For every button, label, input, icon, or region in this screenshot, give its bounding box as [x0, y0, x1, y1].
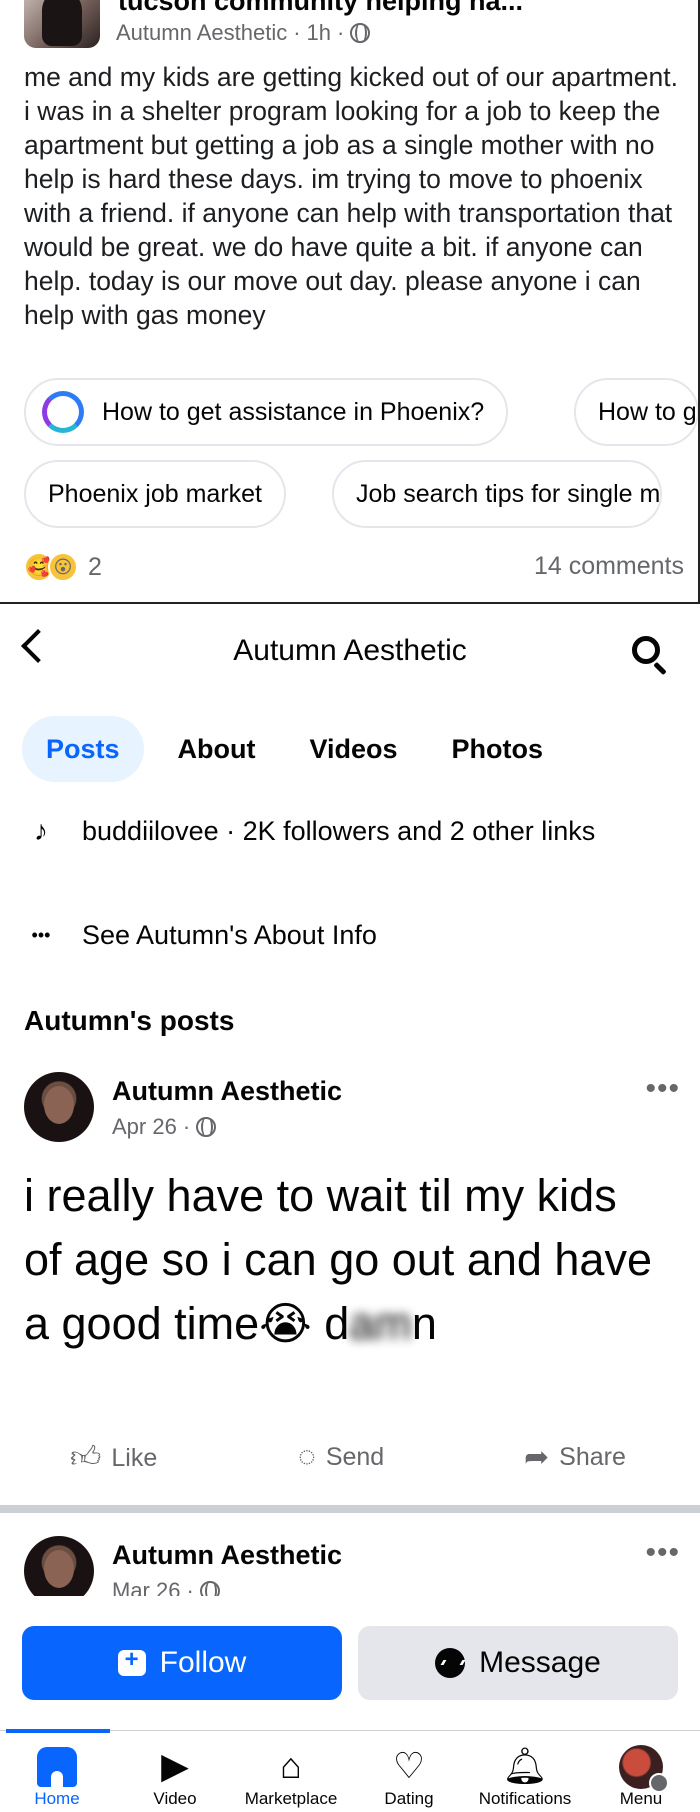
avatar[interactable] — [24, 1536, 94, 1596]
bell-icon: 🔔︎ — [502, 1745, 548, 1786]
message-button[interactable]: Message — [358, 1626, 678, 1700]
share-button[interactable]: ➦ Share — [524, 1440, 626, 1475]
messenger-icon: ◌ — [298, 1440, 316, 1473]
suggestion-label: Phoenix job market — [48, 479, 263, 508]
about-text: See Autumn's About Info — [82, 920, 377, 950]
active-tab-indicator — [6, 1729, 110, 1733]
posts-heading: Autumn's posts — [24, 1005, 235, 1036]
tiktok-icon: ♪ — [34, 815, 48, 846]
group-name[interactable]: tucson community helping ha... — [118, 0, 523, 17]
feed-divider — [0, 1505, 700, 1513]
group-post-screenshot: tucson community helping ha... Autumn Ae… — [0, 0, 700, 604]
suggestion-chip[interactable]: How to get assistance in Phoenix? — [24, 378, 509, 446]
separator: · — [182, 1114, 191, 1139]
separator: · — [293, 20, 301, 45]
more-dots-icon: ••• — [31, 925, 51, 945]
profile-tabs: Posts About Videos Photos — [22, 716, 577, 782]
nav-notifications[interactable]: 🔔︎ Notifications — [460, 1743, 590, 1809]
post-author[interactable]: Autumn Aesthetic — [112, 1076, 342, 1107]
suggestion-chip[interactable]: Job search tips for single m — [332, 460, 663, 528]
links-text: buddiilovee · 2K followers and 2 other l… — [82, 816, 596, 846]
post-header: Autumn Aesthetic Mar 26 · ••• — [24, 1536, 684, 1596]
suggestion-chip[interactable]: How to g — [574, 378, 698, 446]
reaction-count: 2 — [88, 552, 102, 581]
censored-word: damn — [324, 1298, 437, 1349]
post-author[interactable]: Autumn Aesthetic — [112, 1540, 342, 1571]
group-post-header: tucson community helping ha... Autumn Ae… — [24, 0, 688, 56]
author-avatar[interactable] — [24, 0, 100, 48]
suggestion-label: Job search tips for single m — [356, 479, 661, 508]
follow-icon — [117, 1646, 146, 1676]
like-label: Like — [111, 1443, 158, 1472]
post-date-row: Apr 26 · — [112, 1114, 217, 1140]
separator: · — [337, 20, 345, 45]
nav-label: Dating — [384, 1789, 434, 1808]
like-button[interactable]: 👍︎ Like — [70, 1440, 157, 1476]
search-icon[interactable] — [632, 636, 660, 664]
bottom-nav: Home ▶ Video ⌂ Marketplace ♡ Dating 🔔︎ N… — [0, 1729, 700, 1812]
post-options-icon[interactable]: ••• — [645, 1072, 680, 1106]
separator: · — [186, 1578, 194, 1596]
video-icon: ▶ — [161, 1745, 189, 1786]
globe-icon — [350, 23, 371, 43]
nav-label: Home — [34, 1789, 80, 1808]
globe-icon — [199, 1581, 220, 1596]
messenger-icon — [435, 1648, 466, 1678]
share-icon: ➦ — [524, 1441, 550, 1474]
menu-icon — [649, 1773, 669, 1793]
nav-video[interactable]: ▶ Video — [110, 1743, 240, 1809]
comments-count[interactable]: 14 comments — [534, 552, 684, 581]
message-label: Message — [479, 1646, 601, 1679]
nav-menu[interactable]: Menu — [576, 1743, 700, 1809]
post-header: Autumn Aesthetic Apr 26 · ••• — [24, 1072, 684, 1152]
send-label: Send — [325, 1442, 385, 1471]
tab-videos[interactable]: Videos — [290, 716, 418, 782]
post-date[interactable]: Apr 26 — [112, 1114, 177, 1140]
marketplace-icon: ⌂ — [280, 1745, 302, 1786]
tab-about[interactable]: About — [158, 716, 276, 782]
post-time: 1h — [306, 20, 332, 45]
nav-label: Marketplace — [244, 1789, 338, 1808]
suggestion-label: How to g — [598, 397, 697, 426]
share-label: Share — [559, 1443, 626, 1471]
about-row[interactable]: ••• See Autumn's About Info — [24, 916, 377, 954]
post-date-row: Mar 26 · — [112, 1578, 220, 1596]
post-text: me and my kids are getting kicked out of… — [24, 62, 678, 330]
nav-dating[interactable]: ♡ Dating — [344, 1743, 474, 1809]
heart-icon: ♡ — [392, 1745, 426, 1786]
post-date[interactable]: Mar 26 — [112, 1578, 180, 1596]
post-meta: Autumn Aesthetic · 1h · — [116, 20, 371, 46]
crying-emoji: 😭 — [259, 1298, 312, 1349]
censored-middle: am — [349, 1298, 412, 1349]
nav-marketplace[interactable]: ⌂ Marketplace — [226, 1743, 356, 1809]
avatar[interactable] — [24, 1072, 94, 1142]
profile-title: Autumn Aesthetic — [233, 634, 467, 667]
follow-label: Follow — [159, 1646, 247, 1679]
more-options-icon[interactable]: ••• — [554, 0, 592, 14]
links-row[interactable]: ♪ buddiilovee · 2K followers and 2 other… — [24, 812, 664, 850]
wow-reaction-icon: 😮 — [48, 552, 78, 582]
tab-photos[interactable]: Photos — [432, 716, 564, 782]
send-button[interactable]: ◌ Send — [298, 1440, 384, 1474]
censored-end: n — [411, 1298, 437, 1349]
nav-label: Video — [153, 1789, 197, 1808]
follow-button[interactable]: Follow — [22, 1626, 342, 1700]
suggestion-chip[interactable]: Phoenix job market — [24, 460, 287, 528]
nav-label: Notifications — [478, 1789, 572, 1808]
tab-posts[interactable]: Posts — [22, 716, 144, 782]
censored-start: d — [324, 1298, 350, 1349]
home-icon — [37, 1747, 77, 1787]
profile-avatar — [619, 1745, 669, 1793]
reactions-summary[interactable]: 🥰 😮 2 — [24, 552, 102, 582]
close-icon[interactable]: ✕ — [642, 0, 674, 11]
meta-ai-icon — [42, 391, 84, 433]
post-options-icon[interactable]: ••• — [645, 1536, 680, 1570]
post-text: i really have to wait til my kids of age… — [24, 1164, 664, 1356]
post-actions: 👍︎ Like ◌ Send ➦ Share — [0, 1440, 700, 1496]
nav-home[interactable]: Home — [0, 1743, 122, 1809]
author-name[interactable]: Autumn Aesthetic — [116, 20, 287, 46]
suggestion-label: How to get assistance in Phoenix? — [102, 397, 485, 426]
thumbs-up-icon: 👍︎ — [70, 1441, 102, 1474]
globe-icon — [196, 1117, 217, 1137]
